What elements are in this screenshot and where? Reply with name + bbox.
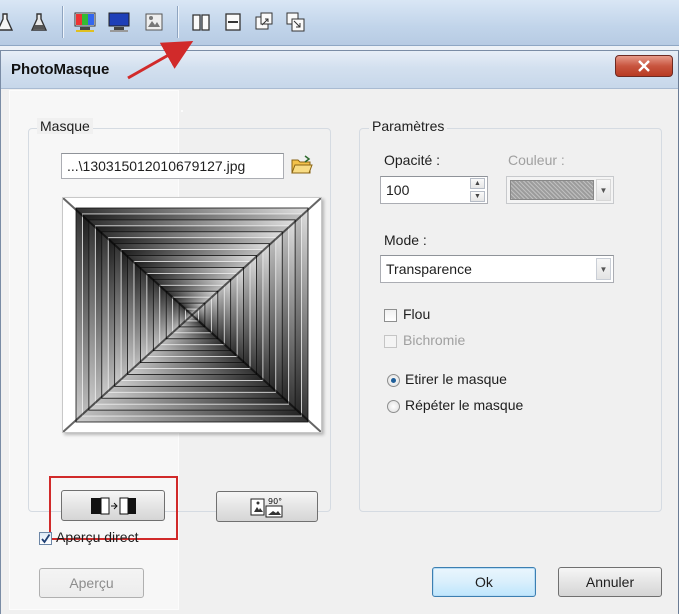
preview-button[interactable]: Aperçu — [39, 568, 144, 598]
repeat-mask-label[interactable]: Répéter le masque — [405, 397, 523, 413]
opacity-label: Opacité : — [384, 152, 441, 168]
spin-down-icon[interactable]: ▼ — [470, 191, 485, 202]
repeat-mask-radio[interactable] — [387, 400, 400, 413]
mask-preview-image — [62, 197, 322, 433]
mode-value: Transparence — [386, 261, 472, 277]
dialog-client: Masque ...\130315012010679127.jpg 90° Pa… — [1, 90, 678, 614]
color-label: Couleur : — [508, 152, 565, 168]
bichromie-checkbox[interactable] — [384, 335, 397, 348]
flask-filled-icon[interactable] — [26, 9, 52, 35]
swap-icon — [91, 497, 136, 514]
image-export-icon[interactable] — [251, 9, 277, 35]
checkmark-icon — [41, 534, 51, 544]
stretch-mask-label[interactable]: Etirer le masque — [405, 371, 507, 387]
close-button[interactable] — [615, 55, 673, 77]
mask-file-path[interactable]: ...\130315012010679127.jpg — [61, 153, 284, 179]
color-monitor-icon[interactable] — [72, 9, 98, 35]
page-icon[interactable] — [220, 9, 246, 35]
live-preview-label[interactable]: Aperçu direct — [56, 529, 138, 545]
chevron-down-icon[interactable]: ▼ — [596, 179, 611, 201]
swap-mask-button[interactable] — [61, 490, 165, 521]
opacity-spinner[interactable]: ▲ ▼ — [470, 178, 485, 202]
color-swatch — [510, 180, 594, 200]
image-import-icon[interactable] — [282, 9, 308, 35]
blur-checkbox[interactable] — [384, 309, 397, 322]
toolbar-separator — [177, 6, 178, 38]
toolbar-separator — [62, 6, 63, 38]
color-picker[interactable]: ▼ — [506, 176, 614, 204]
close-icon — [638, 60, 650, 72]
opacity-value: 100 — [386, 182, 410, 198]
dialog-title: PhotoMasque — [11, 61, 110, 78]
ok-button[interactable]: Ok — [432, 567, 536, 597]
dialog-titlebar[interactable]: PhotoMasque — [1, 51, 678, 89]
masque-group-label: Masque — [37, 118, 93, 134]
flask-icon[interactable] — [0, 9, 18, 35]
rotate-degree-text: 90° — [268, 497, 282, 506]
ghost-panel-divider — [181, 110, 183, 112]
chevron-down-icon[interactable]: ▼ — [596, 258, 611, 280]
rotate-90-icon: 90° — [250, 497, 283, 517]
blur-label[interactable]: Flou — [403, 306, 430, 322]
book-icon[interactable] — [188, 9, 214, 35]
mask-icon[interactable] — [141, 9, 167, 35]
live-preview-checkbox[interactable] — [39, 532, 52, 545]
main-toolbar — [0, 0, 679, 46]
spin-up-icon[interactable]: ▲ — [470, 178, 485, 189]
open-folder-icon[interactable] — [290, 154, 314, 178]
blue-monitor-icon[interactable] — [106, 9, 132, 35]
bichromie-label[interactable]: Bichromie — [403, 332, 465, 348]
stretch-mask-radio[interactable] — [387, 374, 400, 387]
mode-select[interactable]: Transparence ▼ — [380, 255, 614, 283]
cancel-button[interactable]: Annuler — [558, 567, 662, 597]
parametres-group-label: Paramètres — [369, 118, 448, 134]
photomasque-dialog: PhotoMasque Masque ...\13031501201067912… — [0, 50, 679, 614]
mode-label: Mode : — [384, 232, 427, 248]
rotate-90-button[interactable]: 90° — [216, 491, 318, 522]
